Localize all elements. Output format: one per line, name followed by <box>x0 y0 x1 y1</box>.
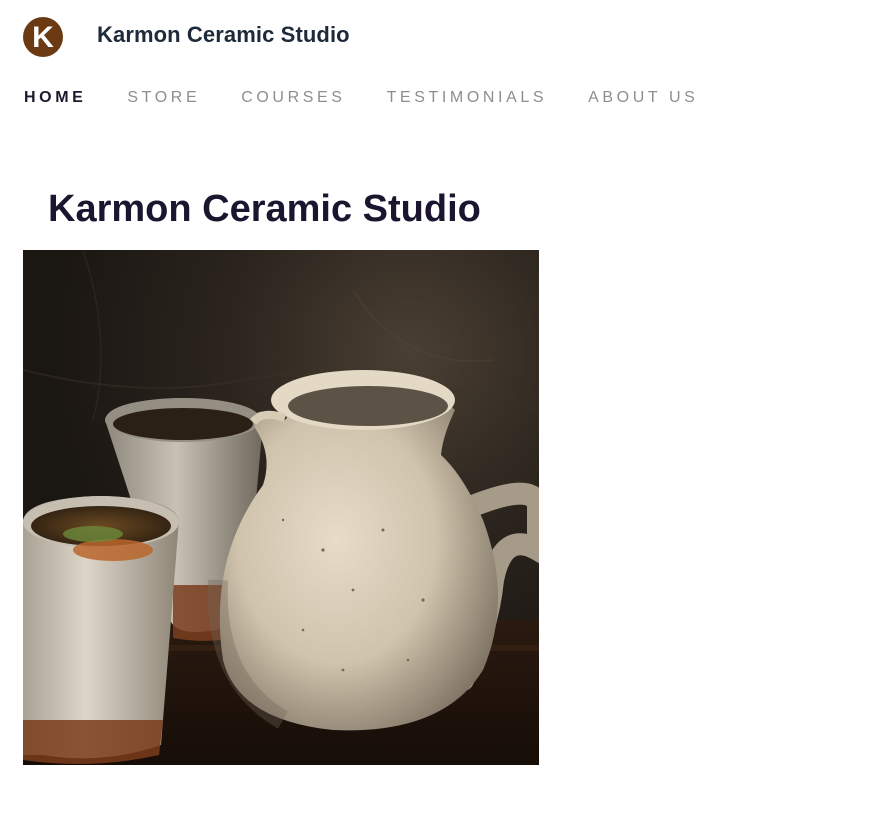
nav-item-home[interactable]: HOME <box>24 89 86 107</box>
nav-item-about-us[interactable]: ABOUT US <box>588 89 698 107</box>
main-nav: HOME STORE COURSES TESTIMONIALS ABOUT US <box>24 87 739 109</box>
logo-icon[interactable]: K <box>23 17 63 57</box>
nav-item-testimonials[interactable]: TESTIMONIALS <box>387 89 548 107</box>
site-header: K Karmon Ceramic Studio <box>0 0 873 72</box>
page-title: Karmon Ceramic Studio <box>48 188 481 230</box>
logo-letter: K <box>32 20 54 54</box>
nav-item-courses[interactable]: COURSES <box>241 89 345 107</box>
nav-item-store[interactable]: STORE <box>127 89 200 107</box>
site-title[interactable]: Karmon Ceramic Studio <box>97 22 350 48</box>
hero-image <box>23 250 539 765</box>
